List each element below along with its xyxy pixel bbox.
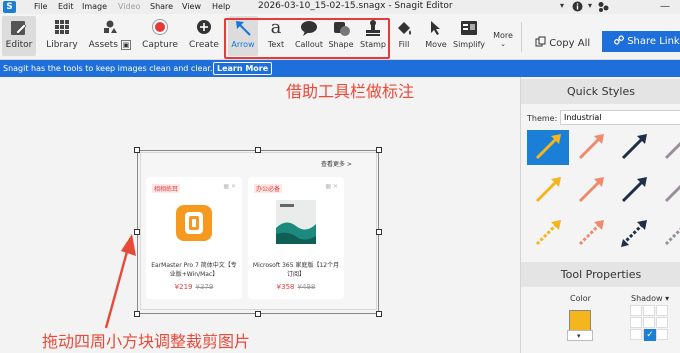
crop-handle-bottom-right[interactable] — [376, 311, 382, 317]
editor-button[interactable]: Editor — [2, 16, 36, 56]
move-tool[interactable]: Move — [423, 16, 449, 56]
annotation-crop-hint: 拖动四周小方块调整裁剪图片 — [42, 332, 251, 351]
window-title: 2026-03-10_15-02-15.snagx - Snagit Edito… — [258, 1, 453, 11]
info-banner: Snagit has the tools to keep images clea… — [0, 60, 520, 77]
quick-style-arrow[interactable] — [656, 173, 680, 208]
chevron-down-icon[interactable]: ▾ — [588, 1, 592, 10]
theme-value: Industrial — [564, 113, 602, 122]
crop-handle-top-right[interactable] — [376, 147, 382, 153]
menu-help[interactable]: Help — [212, 2, 230, 11]
annotation-toolbar-hint: 借助工具栏做标注 — [286, 82, 415, 101]
menu-view[interactable]: View — [182, 2, 201, 11]
quick-style-arrow[interactable] — [527, 173, 569, 208]
info-banner-text: Snagit has the tools to keep images clea… — [3, 64, 213, 73]
assets-icon — [100, 18, 120, 40]
quick-style-arrow[interactable] — [613, 173, 655, 208]
red-arrow-annotation — [104, 234, 136, 329]
quick-styles-header: Quick Styles — [521, 79, 680, 104]
editor-label: Editor — [5, 40, 33, 50]
quick-style-arrow[interactable] — [527, 130, 569, 165]
quick-style-arrow[interactable] — [570, 216, 612, 251]
fill-tool[interactable]: Fill — [393, 16, 415, 56]
link-icon — [613, 35, 627, 47]
menu-edit[interactable]: Edit — [58, 2, 74, 11]
menu-share[interactable]: Share — [150, 2, 173, 11]
assets-button[interactable]: Assets ▣ — [88, 16, 132, 56]
move-tool-icon — [426, 18, 446, 40]
crop-handle-top[interactable] — [255, 147, 261, 153]
quick-style-arrow[interactable] — [656, 130, 680, 165]
snagit-editor-window: S File Edit Image Video Share View Help … — [0, 0, 680, 353]
share-link-button[interactable]: Share Link — [602, 31, 680, 52]
chevron-down-icon: ▾ — [577, 332, 581, 340]
color-label: Color — [570, 294, 591, 303]
menu-video[interactable]: Video — [118, 2, 140, 11]
copy-all-button[interactable]: Copy All — [535, 36, 590, 49]
crop-handle-top-left[interactable] — [134, 147, 140, 153]
crop-handle-right[interactable] — [376, 229, 382, 235]
crop-frame — [137, 150, 379, 314]
copy-icon — [535, 36, 549, 49]
menu-bar: S File Edit Image Video Share View Help … — [0, 0, 680, 14]
library-label: Library — [46, 40, 78, 50]
quick-style-arrow[interactable] — [613, 130, 655, 165]
simplify-tool[interactable]: Simplify — [452, 16, 486, 56]
fill-tool-label: Fill — [398, 40, 410, 49]
simplify-tool-label: Simplify — [452, 40, 486, 49]
tool-properties-header: Tool Properties — [521, 262, 680, 287]
simplify-tool-icon — [459, 18, 479, 40]
theme-select[interactable]: Industrial — [560, 110, 680, 125]
info-banner-extension — [520, 60, 680, 77]
learn-more-button[interactable]: Learn More — [213, 62, 273, 75]
create-button[interactable]: Create — [186, 16, 222, 56]
toolbar-divider — [521, 22, 522, 52]
more-tools-button[interactable]: More ⌄ — [490, 16, 516, 56]
quick-style-arrow[interactable] — [527, 216, 569, 251]
capture-record-icon — [150, 18, 170, 40]
capture-label: Capture — [142, 40, 178, 50]
fill-tool-icon — [394, 18, 414, 40]
share-link-label: Share Link — [627, 36, 680, 47]
quick-style-arrow[interactable] — [613, 216, 655, 251]
create-plus-icon — [194, 18, 214, 40]
account-icon[interactable] — [597, 1, 609, 15]
more-chevron-icon: ⌄ — [500, 40, 506, 48]
assets-label: Assets ▣ — [88, 40, 132, 50]
library-button[interactable]: Library — [44, 16, 80, 56]
quick-style-arrow[interactable] — [656, 216, 680, 251]
info-icon[interactable] — [572, 1, 583, 15]
assets-badge-icon: ▣ — [120, 40, 132, 50]
tools-highlight-frame — [224, 18, 390, 59]
menu-file[interactable]: File — [34, 2, 47, 11]
snagit-logo: S — [3, 1, 16, 13]
more-tools-label: More — [493, 31, 513, 40]
quick-style-arrow[interactable] — [570, 130, 612, 165]
shadow-label: Shadow ▾ — [631, 294, 670, 303]
menu-image[interactable]: Image — [82, 2, 107, 11]
shadow-checkbox[interactable]: ✓ — [644, 329, 656, 341]
color-dropdown[interactable]: ▾ — [567, 330, 593, 341]
theme-label: Theme: — [527, 114, 558, 123]
quick-style-arrow[interactable] — [570, 173, 612, 208]
crop-handle-bottom[interactable] — [255, 311, 261, 317]
copy-all-label: Copy All — [549, 38, 591, 49]
color-swatch[interactable] — [569, 310, 591, 332]
minimize-icon[interactable]: — — [660, 1, 670, 12]
move-tool-label: Move — [425, 40, 447, 49]
create-label: Create — [189, 40, 219, 50]
library-grid-icon — [52, 18, 72, 40]
capture-button[interactable]: Capture — [140, 16, 180, 56]
editor-icon — [9, 18, 29, 40]
chevron-down-icon[interactable]: ▾ — [560, 1, 564, 10]
